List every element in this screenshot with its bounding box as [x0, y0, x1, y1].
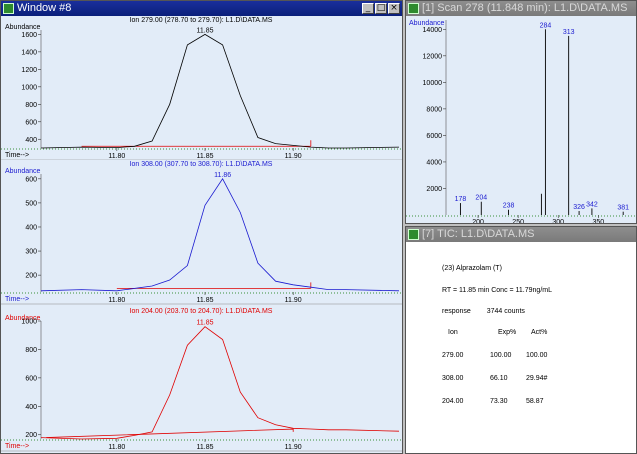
panel-header: Ion 308.00 (307.70 to 308.70): L1.D\DATA… [130, 161, 273, 168]
x-tick-label: 11.85 [197, 444, 214, 451]
y-tick-label: 300 [25, 249, 37, 256]
x-axis-label: Time--> [5, 152, 29, 159]
tic-window-title: [7] TIC: L1.D\DATA.MS [422, 228, 535, 240]
response-value: 3744 counts [486, 308, 525, 315]
window-8-title: Window #8 [17, 2, 72, 14]
y-tick-label: 1600 [21, 32, 37, 39]
y-tick-label: 600 [25, 176, 37, 183]
peak-mz-label: 284 [540, 22, 552, 29]
y-axis-label: Abundance [5, 168, 41, 175]
cell-ion: 279.00 [442, 352, 464, 359]
quant-report: (23) Alprazolam (T) RT = 11.85 min Conc … [417, 245, 630, 449]
peak-mz-label: 204 [475, 195, 487, 202]
response-label: response [442, 308, 471, 315]
peak-label: 11.86 [214, 172, 231, 179]
panel-background [1, 16, 402, 160]
x-tick-label: 300 [552, 219, 564, 223]
x-tick-label: 350 [592, 219, 604, 223]
y-tick-label: 800 [25, 347, 37, 354]
cell-exp: 73.30 [490, 398, 508, 405]
chromatogram-panel-2: Ion 308.00 (307.70 to 308.70): L1.D\DATA… [1, 160, 402, 305]
ion-chromatograms: Ion 279.00 (278.70 to 279.70): L1.D\DATA… [1, 16, 402, 452]
y-tick-label: 1000 [21, 319, 37, 326]
window-8[interactable]: Window #8 _ □ × Ion 279.00 (278.70 to 27… [0, 0, 403, 454]
peak-label: 11.85 [197, 320, 214, 327]
y-tick-label: 200 [25, 432, 37, 439]
chromatogram-panel-3: Ion 204.00 (203.70 to 204.70): L1.D\DATA… [1, 307, 402, 452]
y-tick-label: 10000 [423, 80, 443, 87]
panel-header: Ion 279.00 (278.70 to 279.70): L1.D\DATA… [130, 17, 273, 24]
cell-ion: 204.00 [442, 398, 464, 405]
tic-window-titlebar[interactable]: [7] TIC: L1.D\DATA.MS [406, 227, 636, 242]
y-tick-label: 12000 [423, 53, 443, 60]
scan-window-title: [1] Scan 278 (11.848 min): L1.D\DATA.MS [422, 2, 628, 14]
header-ion: Ion [448, 329, 458, 336]
peak-mz-label: 238 [503, 203, 515, 210]
app-icon [408, 3, 419, 14]
y-tick-label: 400 [25, 224, 37, 231]
x-tick-label: 11.80 [108, 153, 125, 160]
cell-ion: 308.00 [442, 375, 464, 382]
header-act: Act% [531, 329, 548, 336]
y-tick-label: 400 [25, 404, 37, 411]
peak-mz-label: 178 [455, 196, 467, 203]
x-tick-label: 11.90 [285, 297, 302, 304]
panel-header: Ion 204.00 (203.70 to 204.70): L1.D\DATA… [130, 308, 273, 315]
panel-background [1, 160, 402, 304]
x-tick-label: 11.90 [285, 153, 302, 160]
cell-act: 58.87 [526, 398, 544, 405]
peak-mz-label: 342 [586, 201, 598, 208]
x-tick-label: 200 [472, 219, 484, 223]
y-tick-label: 14000 [423, 27, 443, 34]
cell-exp: 66.10 [490, 375, 508, 382]
peak-mz-label: 313 [563, 29, 575, 36]
scan-window[interactable]: [1] Scan 278 (11.848 min): L1.D\DATA.MS … [405, 0, 637, 224]
x-tick-label: 250 [512, 219, 524, 223]
compound-name: (23) Alprazolam (T) [442, 265, 502, 272]
y-tick-label: 1000 [21, 84, 37, 91]
rt-conc-line: RT = 11.85 min Conc = 11.79ng/mL [442, 287, 552, 294]
scan-window-titlebar[interactable]: [1] Scan 278 (11.848 min): L1.D\DATA.MS [406, 1, 636, 16]
close-button[interactable]: × [388, 3, 400, 14]
minimize-button[interactable]: _ [362, 3, 374, 14]
y-tick-label: 6000 [426, 133, 442, 140]
y-tick-label: 600 [25, 375, 37, 382]
header-exp: Exp% [498, 329, 517, 336]
app-icon [3, 3, 14, 14]
x-axis-label: Time--> [5, 443, 29, 450]
x-tick-label: 11.90 [285, 444, 302, 451]
y-tick-label: 2000 [426, 186, 442, 193]
app-icon [408, 229, 419, 240]
x-tick-label: 11.85 [197, 153, 214, 160]
chromatogram-panel-1: Ion 279.00 (278.70 to 279.70): L1.D\DATA… [1, 16, 402, 161]
cell-act: 100.00 [526, 352, 548, 359]
peak-label: 11.85 [197, 27, 214, 34]
y-tick-label: 800 [25, 102, 37, 109]
tic-window[interactable]: [7] TIC: L1.D\DATA.MS (23) Alprazolam (T… [405, 226, 637, 454]
y-tick-label: 200 [25, 273, 37, 280]
y-tick-label: 500 [25, 200, 37, 207]
y-tick-label: 1400 [21, 49, 37, 56]
x-tick-label: 11.80 [108, 444, 125, 451]
y-tick-label: 1200 [21, 67, 37, 74]
window-8-titlebar[interactable]: Window #8 _ □ × [1, 1, 402, 16]
x-tick-label: 11.85 [197, 297, 214, 304]
y-tick-label: 600 [25, 119, 37, 126]
response-line: response 3744 counts [442, 308, 525, 315]
peak-mz-label: 381 [617, 205, 629, 212]
peak-mz-label: 326 [573, 204, 585, 211]
x-tick-label: 11.80 [108, 297, 125, 304]
y-tick-label: 8000 [426, 106, 442, 113]
maximize-button[interactable]: □ [375, 3, 387, 14]
y-axis-label: Abundance [5, 24, 41, 31]
x-axis-label: Time--> [5, 296, 29, 303]
cell-act: 29.94# [526, 375, 548, 382]
y-tick-label: 4000 [426, 159, 442, 166]
mass-spectrum-chart: Abundance2000400060008000100001200014000… [406, 20, 636, 223]
y-tick-label: 400 [25, 137, 37, 144]
cell-exp: 100.00 [490, 352, 512, 359]
